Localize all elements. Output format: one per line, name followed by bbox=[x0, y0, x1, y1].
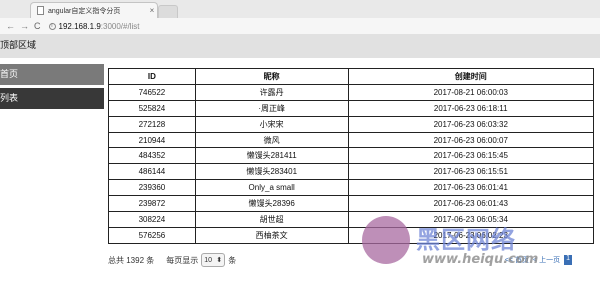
cell-nickname: 懒馒头283401 bbox=[194, 163, 349, 181]
table-header-row: ID 昵称 创建时间 bbox=[108, 68, 595, 85]
cell-id: 486144 bbox=[108, 163, 196, 181]
info-icon[interactable]: i bbox=[48, 22, 56, 30]
reload-icon[interactable]: C bbox=[34, 21, 41, 31]
cell-id: 746522 bbox=[108, 83, 196, 101]
cell-created: 2017-06-23 06:00:07 bbox=[347, 131, 595, 149]
cell-nickname: 胡世超 bbox=[194, 211, 349, 228]
per-page-select[interactable]: 10 ⬍ bbox=[201, 253, 226, 267]
url-text[interactable]: 192.168.1.9:3000/#/list bbox=[59, 22, 140, 31]
watermark: 黑区网络 www.heiqu.com bbox=[362, 214, 598, 276]
sidebar-item-home[interactable]: 首页 bbox=[0, 64, 104, 85]
cell-created: 2017-06-23 06:03:32 bbox=[347, 115, 595, 133]
cell-nickname: Only_a small bbox=[194, 179, 349, 197]
table-row: 484352 懒馒头281411 2017-06-23 06:15:45 bbox=[108, 147, 595, 165]
new-tab-button[interactable] bbox=[158, 5, 178, 18]
column-header-created: 创建时间 bbox=[347, 68, 595, 85]
browser-chrome: angular自定义指令分页 × ← → C i 192.168.1.9:300… bbox=[0, 0, 600, 34]
sidebar-item-list[interactable]: 列表 bbox=[0, 88, 104, 109]
cell-nickname: 微风 bbox=[194, 131, 349, 149]
cell-nickname: 懒馒头28396 bbox=[194, 195, 349, 213]
cell-nickname: ·周正峰 bbox=[194, 99, 349, 117]
cell-id: 272128 bbox=[108, 115, 196, 133]
per-page-control: 每页显示 10 ⬍ 条 bbox=[166, 253, 236, 267]
cell-nickname: 小宋宋 bbox=[194, 115, 349, 133]
cell-created: 2017-06-23 06:01:43 bbox=[347, 195, 595, 213]
per-page-unit: 条 bbox=[228, 255, 237, 265]
browser-tab[interactable]: angular自定义指令分页 × bbox=[30, 2, 158, 18]
cell-created: 2017-06-23 06:15:51 bbox=[347, 163, 595, 181]
cell-id: 308224 bbox=[108, 211, 196, 228]
navigation-bar: ← → C i 192.168.1.9:3000/#/list bbox=[0, 18, 600, 34]
address-bar[interactable]: i 192.168.1.9:3000/#/list bbox=[48, 22, 140, 31]
table-row: 239872 懒馒头28396 2017-06-23 06:01:43 bbox=[108, 195, 595, 213]
table-row: 486144 懒馒头283401 2017-06-23 06:15:51 bbox=[108, 163, 595, 181]
url-path: :3000/#/list bbox=[100, 21, 140, 31]
cell-id: 484352 bbox=[108, 147, 196, 165]
column-header-id: ID bbox=[108, 68, 196, 85]
sidebar: 首页 列表 bbox=[0, 58, 104, 294]
tab-title: angular自定义指令分页 bbox=[48, 7, 121, 15]
cell-id: 576256 bbox=[108, 226, 196, 244]
table-row: 746522 许露丹 2017-08-21 06:00:03 bbox=[108, 83, 595, 101]
url-host: 192.168.1.9 bbox=[58, 21, 101, 31]
per-page-label: 每页显示 bbox=[166, 255, 199, 265]
table-row: 239360 Only_a small 2017-06-23 06:01:41 bbox=[108, 179, 595, 197]
close-icon[interactable]: × bbox=[147, 6, 157, 15]
total-count: 总共 1392 条 bbox=[108, 255, 155, 265]
column-header-nickname: 昵称 bbox=[194, 68, 349, 85]
table-row: 272128 小宋宋 2017-06-23 06:03:32 bbox=[108, 115, 595, 133]
watermark-url: www.heiqu.com bbox=[422, 252, 539, 267]
page-icon bbox=[37, 6, 44, 15]
cell-nickname: 西柚茶文 bbox=[194, 226, 349, 244]
top-region: 顶部区域 bbox=[0, 34, 600, 58]
top-region-title: 顶部区域 bbox=[0, 40, 37, 50]
cell-nickname: 许露丹 bbox=[194, 83, 349, 101]
forward-arrow-icon[interactable]: → bbox=[20, 21, 29, 31]
cell-id: 239872 bbox=[108, 195, 196, 213]
cell-created: 2017-08-21 06:00:03 bbox=[347, 83, 595, 101]
cell-created: 2017-06-23 06:18:11 bbox=[347, 99, 595, 117]
watermark-logo-icon bbox=[362, 216, 410, 264]
cell-created: 2017-06-23 06:15:45 bbox=[347, 147, 595, 165]
back-arrow-icon[interactable]: ← bbox=[6, 21, 15, 31]
watermark-text: 黑区网络 bbox=[416, 226, 516, 254]
cell-id: 525824 bbox=[108, 99, 196, 117]
table-row: 525824 ·周正峰 2017-06-23 06:18:11 bbox=[108, 99, 595, 117]
cell-id: 239360 bbox=[108, 179, 196, 197]
per-page-value: 10 bbox=[204, 256, 213, 264]
cell-id: 210944 bbox=[108, 131, 196, 149]
cell-created: 2017-06-23 06:01:41 bbox=[347, 179, 595, 197]
table-row: 210944 微风 2017-06-23 06:00:07 bbox=[108, 131, 595, 149]
select-arrows-icon: ⬍ bbox=[216, 257, 223, 264]
cell-nickname: 懒馒头281411 bbox=[194, 147, 349, 165]
